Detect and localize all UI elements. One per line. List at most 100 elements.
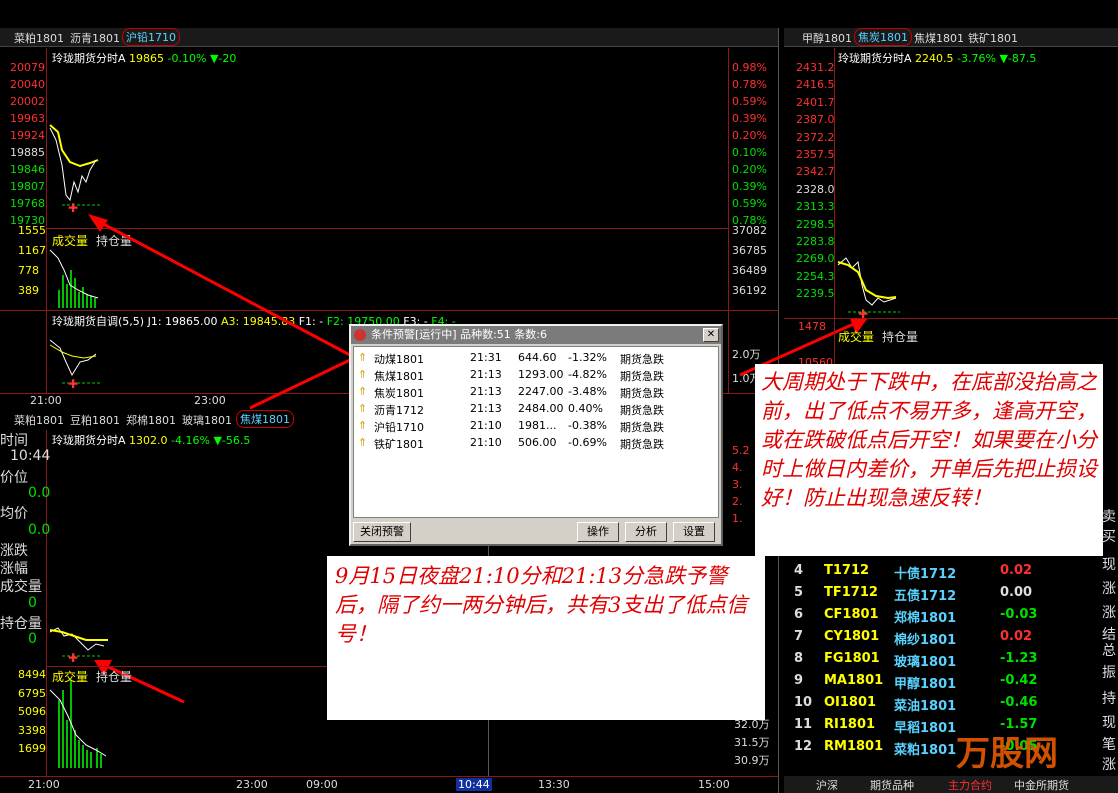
quote-row-index: 12 — [794, 739, 813, 754]
tab-bl-caipo[interactable]: 菜粕1801 — [12, 412, 66, 428]
chart-bl-vol-tick: 1699 — [18, 742, 46, 755]
alert-row-pct: 0.40% — [568, 402, 603, 415]
operate-button[interactable]: 操作 — [577, 522, 619, 542]
alert-dialog-titlebar[interactable]: 条件预警[运行中] 品种数:51 条数:6 ✕ — [351, 326, 721, 344]
chart-bl-avg-line — [49, 629, 108, 641]
alert-row-price: 2247.00 — [518, 385, 564, 398]
alert-row-icon: ⇑ — [358, 385, 368, 398]
right-edge-label: 卖 — [1102, 509, 1116, 525]
alert-row-pct: -0.69% — [568, 436, 607, 449]
quote-row[interactable]: 4 T1712 十债1712 0.02 — [784, 560, 1100, 582]
quote-row-index: 5 — [794, 585, 804, 600]
chart-tr-left-tick: 2313.3 — [796, 200, 835, 214]
alert-row[interactable]: ⇑ 焦煤1801 21:13 1293.00 -4.82% 期货急跌 — [354, 366, 718, 383]
chart-bl-oi-label: 持仓量 — [96, 670, 133, 684]
right-edge-label: 持 — [1102, 691, 1116, 707]
svg-text:✚: ✚ — [68, 651, 78, 665]
right-edge-label: 买 — [1102, 529, 1116, 545]
alert-row-type: 期货急跌 — [620, 387, 664, 400]
close-alert-button[interactable]: 关闭预警 — [353, 522, 411, 542]
alert-row-time: 21:13 — [470, 385, 502, 398]
quote-row-code: RI1801 — [824, 717, 876, 732]
chart-tr-left-tick: 2254.3 — [796, 269, 835, 283]
analyze-button[interactable]: 分析 — [625, 522, 667, 542]
quote-row-name: 十债1712 — [894, 567, 957, 582]
quote-row-change: -0.42 — [1000, 673, 1038, 688]
chart-bl-side-value: 0 — [28, 631, 37, 648]
alert-row-type: 期货急跌 — [620, 370, 664, 383]
quote-row-name: 玻璃1801 — [894, 655, 957, 670]
tab-bl-zhengmian[interactable]: 郑棉1801 — [124, 412, 178, 428]
chart-bl-side-value: 0.0 — [28, 484, 51, 501]
quote-row[interactable]: 10 OI1801 菜油1801 -0.46 — [784, 692, 1100, 714]
alert-row-name: 动煤1801 — [374, 353, 424, 366]
alert-row-type: 期货急跌 — [620, 353, 664, 366]
alert-row-pct: -4.82% — [568, 368, 607, 381]
chart-bl-side-value: 10:44 — [10, 448, 51, 465]
chart-bl-right-tick: 1. — [732, 512, 743, 525]
chart-bl-side-value: 0.0 — [28, 521, 51, 538]
quote-row-change: -0.03 — [1000, 607, 1038, 622]
close-icon[interactable]: ✕ — [703, 328, 719, 342]
tab-futures-varieties[interactable]: 期货品种 — [868, 777, 916, 793]
alert-row-time: 21:13 — [470, 402, 502, 415]
chart-tr-vol-label: 成交量 — [838, 330, 875, 344]
quote-row[interactable]: 8 FG1801 玻璃1801 -1.23 — [784, 648, 1100, 670]
chart-bl-vol-right-2: 30.9万 — [734, 754, 770, 767]
quote-row[interactable]: 7 CY1801 棉纱1801 0.02 — [784, 626, 1100, 648]
quote-row-change: 0.02 — [1000, 629, 1033, 644]
tab-bl-jiaomei[interactable]: 焦煤1801 — [236, 410, 294, 428]
chart-tr-left-tick: 2387.0 — [796, 113, 835, 127]
tab-hushen[interactable]: 沪深 — [814, 777, 840, 793]
quote-row[interactable]: 9 MA1801 甲醇1801 -0.42 — [784, 670, 1100, 692]
quote-row[interactable]: 5 TF1712 五债1712 0.00 — [784, 582, 1100, 604]
alert-dialog-title: 条件预警[运行中] 品种数:51 条数:6 — [371, 328, 547, 341]
chart-tr-left-tick: 2416.5 — [796, 78, 835, 92]
chart-tl-sub-avg — [49, 344, 97, 359]
chart-bl-time-tick: 10:44 — [456, 778, 492, 791]
alert-row-time: 21:10 — [470, 436, 502, 449]
chart-tr-left-tick: 2401.7 — [796, 95, 835, 109]
quote-row-code: OI1801 — [824, 695, 877, 710]
quote-row-change: -1.23 — [1000, 651, 1038, 666]
chart-tr-left-tick: 2239.5 — [796, 287, 835, 301]
right-edge-label: 现 — [1102, 557, 1116, 573]
chart-bl-side-label: 均价 — [0, 506, 28, 523]
right-edge-label: 总 — [1102, 643, 1116, 659]
alert-row-time: 21:10 — [470, 419, 502, 432]
chart-bl-side-label: 涨幅 — [0, 561, 28, 578]
alert-row-name: 焦炭1801 — [374, 387, 424, 400]
chart-bl-time-tick: 21:00 — [28, 778, 60, 791]
right-edge-label: 涨 — [1102, 605, 1116, 621]
alert-dialog: 条件预警[运行中] 品种数:51 条数:6 ✕ ⇑ 动煤1801 21:31 644.… — [349, 324, 723, 546]
chart-tr-left-tick: 2269.0 — [796, 252, 835, 266]
chart-bl-right-tick: 4. — [732, 461, 743, 474]
quote-row[interactable]: 6 CF1801 郑棉1801 -0.03 — [784, 604, 1100, 626]
alert-row[interactable]: ⇑ 沥青1712 21:13 2484.00 0.40% 期货急跌 — [354, 400, 718, 417]
alert-row-type: 期货急跌 — [620, 438, 664, 451]
alert-row-icon: ⇑ — [358, 351, 368, 364]
chart-bl-time-tick: 09:00 — [306, 778, 338, 791]
chart-tr-avg-line — [837, 261, 897, 300]
tab-cffex-futures[interactable]: 中金所期货 — [1012, 777, 1071, 793]
quote-row-index: 10 — [794, 695, 813, 710]
chart-bl-time-tick: 15:00 — [698, 778, 730, 791]
alert-row[interactable]: ⇑ 沪铅1710 21:10 1981... -0.38% 期货急跌 — [354, 417, 718, 434]
tab-main-contract[interactable]: 主力合约 — [946, 777, 994, 793]
chart-bl-time-tick: 23:00 — [236, 778, 268, 791]
settings-button[interactable]: 设置 — [673, 522, 715, 542]
alert-row-icon: ⇑ — [358, 436, 368, 449]
alert-row-price: 1293.00 — [518, 368, 564, 381]
bottom-tabbar: 沪深 期货品种 主力合约 中金所期货 — [784, 776, 1118, 793]
tab-bl-boli[interactable]: 玻璃1801 — [180, 412, 234, 428]
quote-row-name: 郑棉1801 — [894, 611, 957, 626]
alert-row[interactable]: ⇑ 动煤1801 21:31 644.60 -1.32% 期货急跌 — [354, 349, 718, 366]
alert-row[interactable]: ⇑ 铁矿1801 21:10 506.00 -0.69% 期货急跌 — [354, 434, 718, 451]
alert-row[interactable]: ⇑ 焦炭1801 21:13 2247.00 -3.48% 期货急跌 — [354, 383, 718, 400]
alert-row-name: 铁矿1801 — [374, 438, 424, 451]
quote-row-code: T1712 — [824, 563, 870, 578]
chart-bl-vol-right-1: 31.5万 — [734, 736, 770, 749]
alert-row-type: 期货急跌 — [620, 404, 664, 417]
tab-bl-doupo[interactable]: 豆粕1801 — [68, 412, 122, 428]
chart-bl-time-tick: 13:30 — [538, 778, 570, 791]
